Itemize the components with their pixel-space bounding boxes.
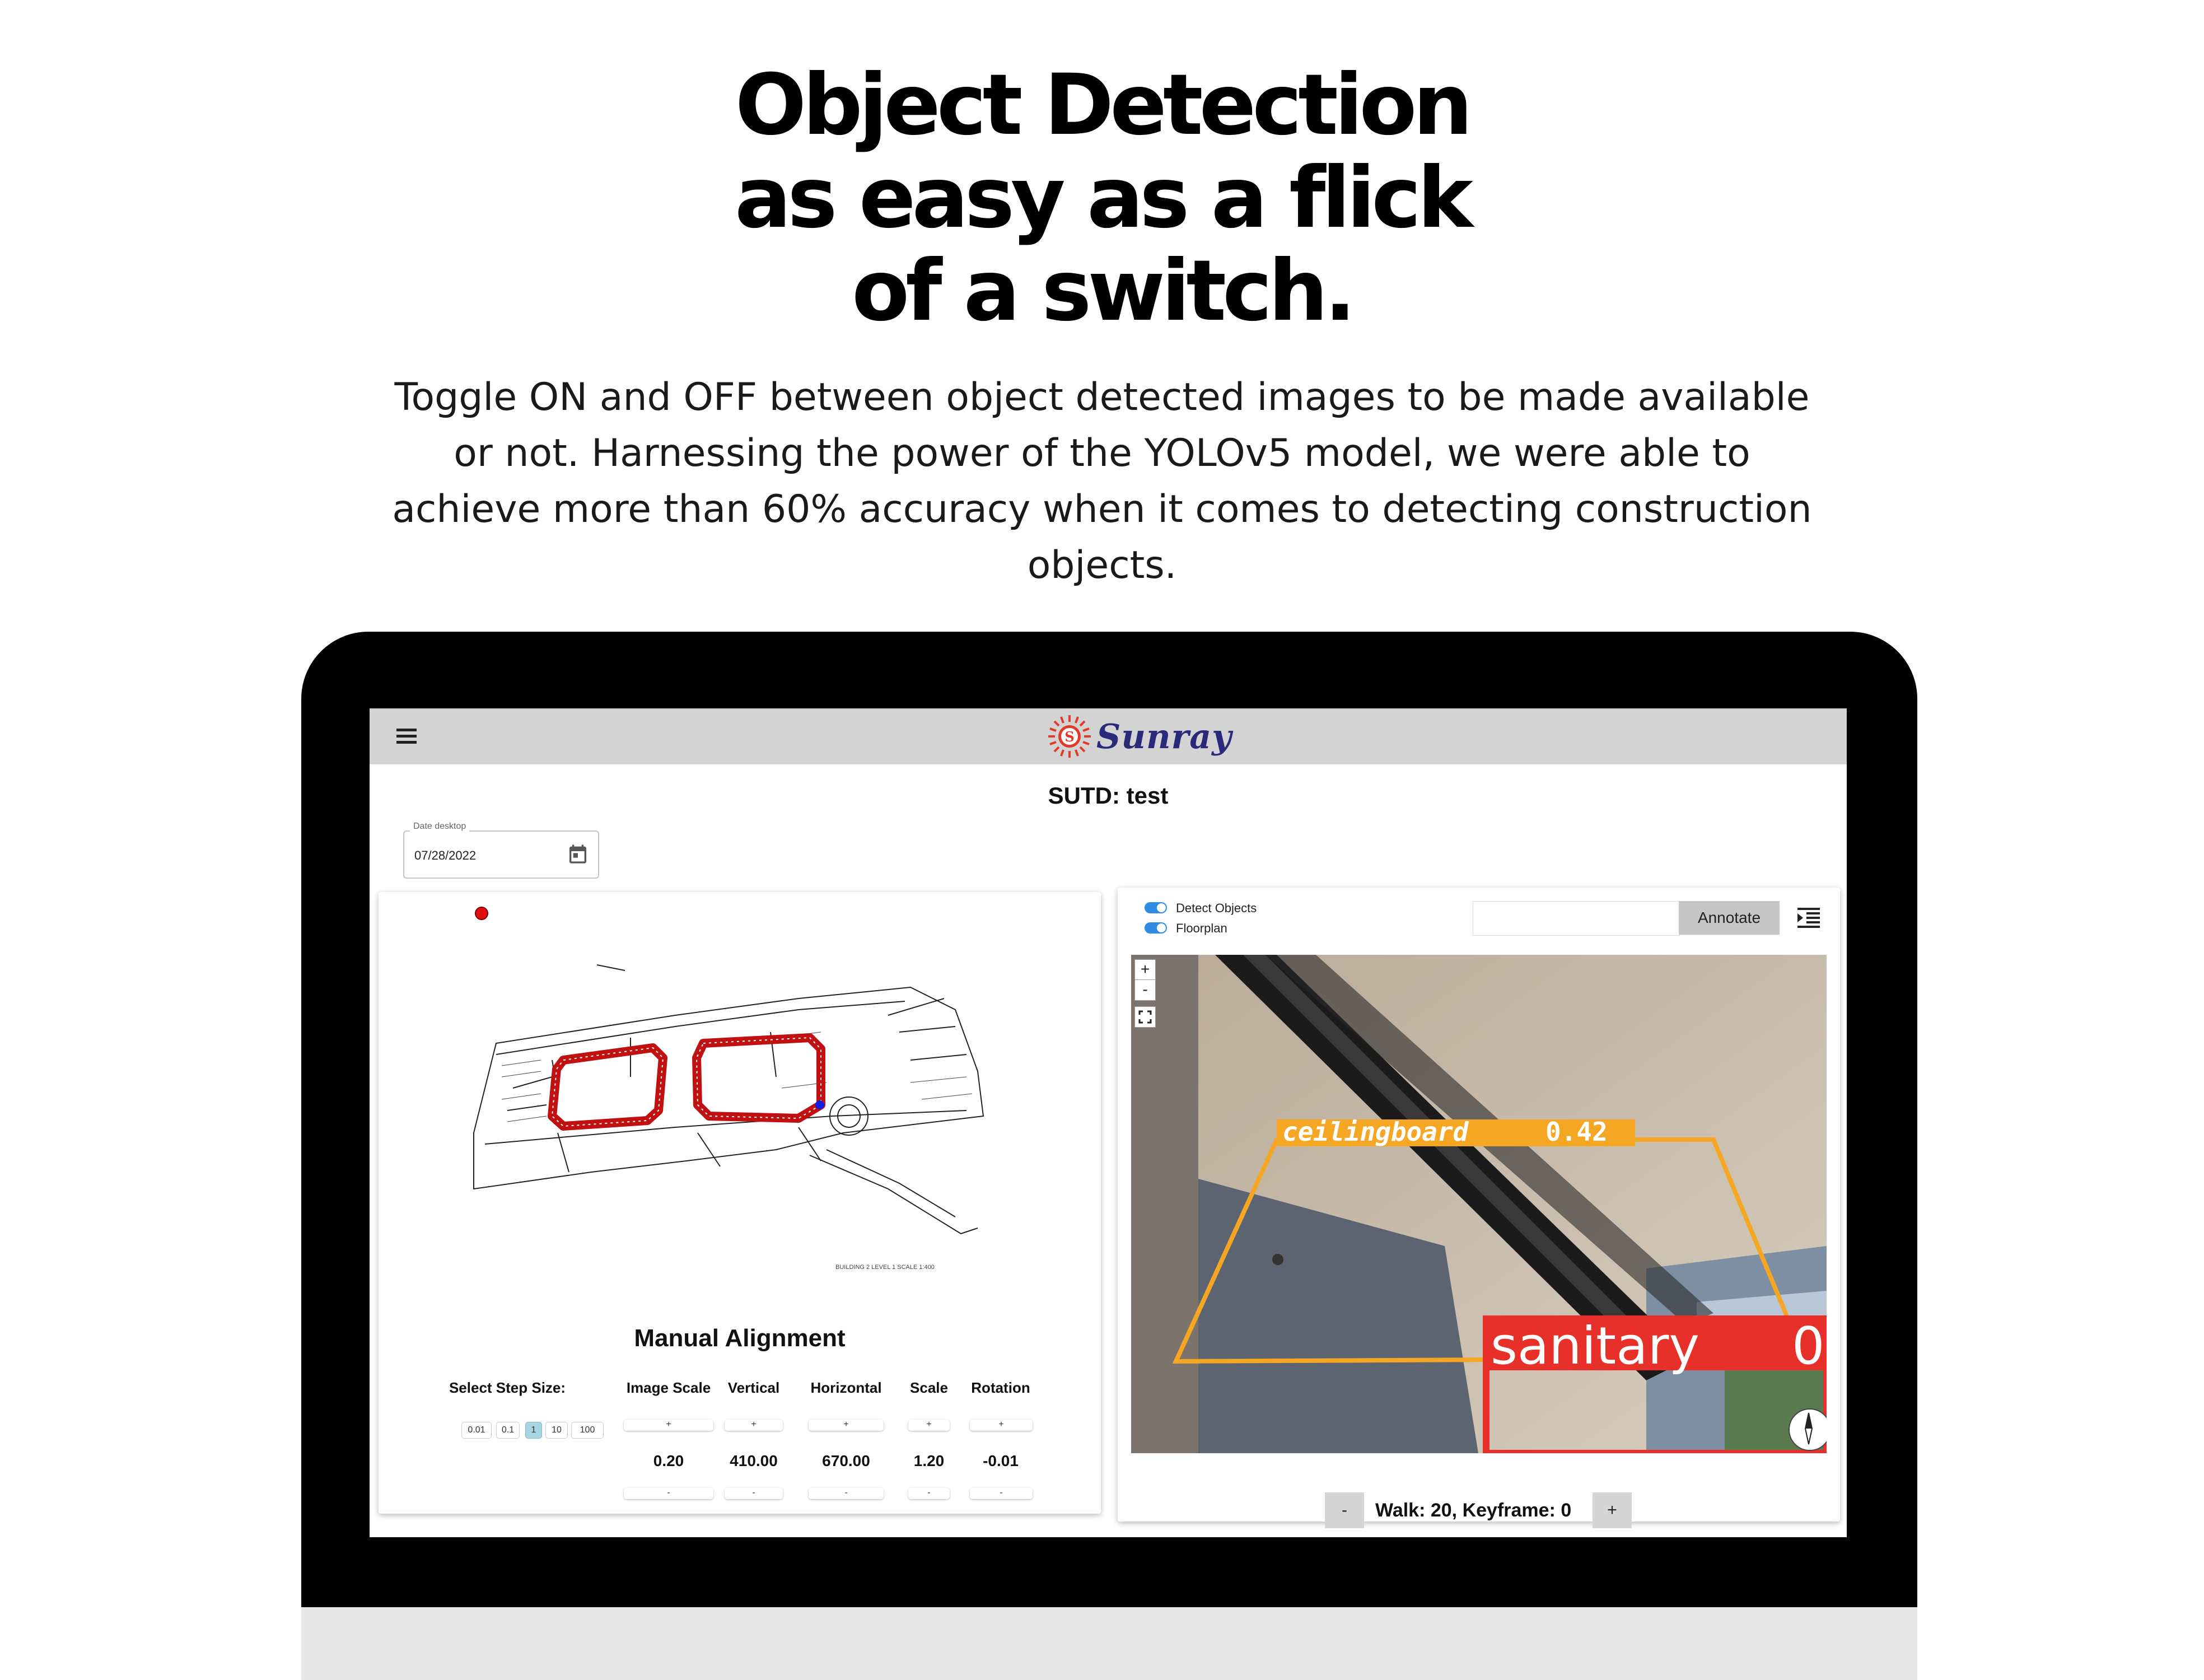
walk-keyframe-label: Walk: 20, Keyframe: 0 xyxy=(1375,1500,1572,1521)
app-screen: S Sunray SUTD: test 07/28/2022 Date desk… xyxy=(370,708,1847,1537)
step-0.01-button[interactable]: 0.01 xyxy=(461,1422,492,1439)
fullscreen-icon xyxy=(1138,1010,1152,1024)
detection-label-ceilingboard: ceilingboard xyxy=(1282,1117,1469,1147)
walk-next-button[interactable]: + xyxy=(1593,1492,1632,1528)
scale-value: 1.20 xyxy=(913,1452,945,1469)
description: Toggle ON and OFF between object detecte… xyxy=(392,375,1812,587)
sun-logo-icon: S xyxy=(1048,715,1091,758)
manual-alignment-title: Manual Alignment xyxy=(634,1324,846,1352)
annotate-button[interactable]: Annotate xyxy=(1679,901,1780,935)
compass-icon xyxy=(1804,1412,1813,1445)
detection-confidence-sanitary: 0 xyxy=(1792,1316,1825,1376)
rotation-value: -0.01 xyxy=(983,1452,1019,1469)
floorplan-toggle[interactable] xyxy=(1145,922,1167,934)
horizontal-value: 670.00 xyxy=(822,1452,870,1469)
step-100-button[interactable]: 100 xyxy=(571,1422,604,1439)
vertical-value: 410.00 xyxy=(730,1452,778,1469)
laptop-base xyxy=(301,1607,1917,1680)
rotation-plus-button[interactable]: + xyxy=(970,1420,1033,1431)
image-scale-label: Image Scale xyxy=(626,1379,711,1396)
sunray-logo: S Sunray xyxy=(1046,712,1236,761)
date-value[interactable]: 07/28/2022 xyxy=(414,848,476,863)
zoom-in-button[interactable]: + xyxy=(1134,959,1156,981)
vertical-label: Vertical xyxy=(727,1379,780,1396)
app-bar: S Sunray xyxy=(370,708,1847,764)
image-scale-value: 0.20 xyxy=(653,1452,684,1469)
horizontal-plus-button[interactable]: + xyxy=(809,1420,884,1431)
scale-minus-button[interactable]: - xyxy=(908,1488,950,1499)
detect-objects-label: Detect Objects xyxy=(1176,901,1257,915)
menu-icon[interactable] xyxy=(396,729,417,744)
headline: Object Detection as easy as a flick of a… xyxy=(0,59,2204,338)
position-marker[interactable] xyxy=(475,907,488,920)
logo-badge: S xyxy=(1064,729,1074,745)
compass-button[interactable] xyxy=(1789,1408,1827,1451)
scale-label: Scale xyxy=(910,1379,948,1396)
date-field[interactable]: 07/28/2022 xyxy=(403,830,599,879)
detection-confidence-ceilingboard: 0.42 xyxy=(1545,1117,1608,1147)
headline-line-3: of a switch. xyxy=(852,242,1356,340)
detection-label-sanitary: sanitary xyxy=(1491,1316,1699,1376)
step-0.1-button[interactable]: 0.1 xyxy=(496,1422,520,1439)
headline-line-2: as easy as a flick xyxy=(735,150,1473,247)
calendar-icon[interactable] xyxy=(567,843,589,865)
image-scale-plus-button[interactable]: + xyxy=(624,1420,713,1431)
image-scale-minus-button[interactable]: - xyxy=(624,1488,713,1499)
date-field-label: Date desktop xyxy=(410,822,470,832)
vertical-plus-button[interactable]: + xyxy=(725,1420,783,1431)
horizontal-minus-button[interactable]: - xyxy=(809,1488,884,1499)
zoom-out-button[interactable]: - xyxy=(1134,979,1156,1001)
camera-scene: ceilingboard 0.42 sanitary 0 xyxy=(1131,955,1827,1453)
viewer-panel: Detect Objects Floorplan Annotate ceilin… xyxy=(1118,888,1840,1528)
rotation-minus-button[interactable]: - xyxy=(970,1488,1033,1499)
vertical-minus-button[interactable]: - xyxy=(725,1488,783,1499)
step-10-button[interactable]: 10 xyxy=(545,1422,568,1439)
horizontal-label: Horizontal xyxy=(810,1379,882,1396)
floorplan-note: BUILDING 2 LEVEL 1 SCALE 1:400 xyxy=(835,1264,935,1271)
walk-previous-button[interactable]: - xyxy=(1325,1492,1364,1528)
image-viewer[interactable]: ceilingboard 0.42 sanitary 0 + - xyxy=(1131,955,1827,1453)
floorplan-panel: BUILDING 2 LEVEL 1 SCALE 1:400 Manual Al… xyxy=(379,892,1101,1514)
list-indent-icon[interactable] xyxy=(1797,908,1820,928)
floorplan-drawing[interactable] xyxy=(463,948,1000,1262)
detect-objects-toggle[interactable] xyxy=(1145,902,1167,913)
logo-text: Sunray xyxy=(1096,717,1232,757)
headline-line-1: Object Detection xyxy=(735,57,1473,154)
rotation-label: Rotation xyxy=(971,1379,1030,1396)
floorplan-label: Floorplan xyxy=(1176,921,1227,935)
page-title: SUTD: test xyxy=(1048,782,1169,809)
scale-plus-button[interactable]: + xyxy=(908,1420,950,1431)
fullscreen-button[interactable] xyxy=(1134,1006,1156,1028)
annotate-input[interactable] xyxy=(1473,901,1680,936)
step-size-label: Select Step Size: xyxy=(449,1379,566,1396)
step-1-button[interactable]: 1 xyxy=(525,1422,542,1439)
